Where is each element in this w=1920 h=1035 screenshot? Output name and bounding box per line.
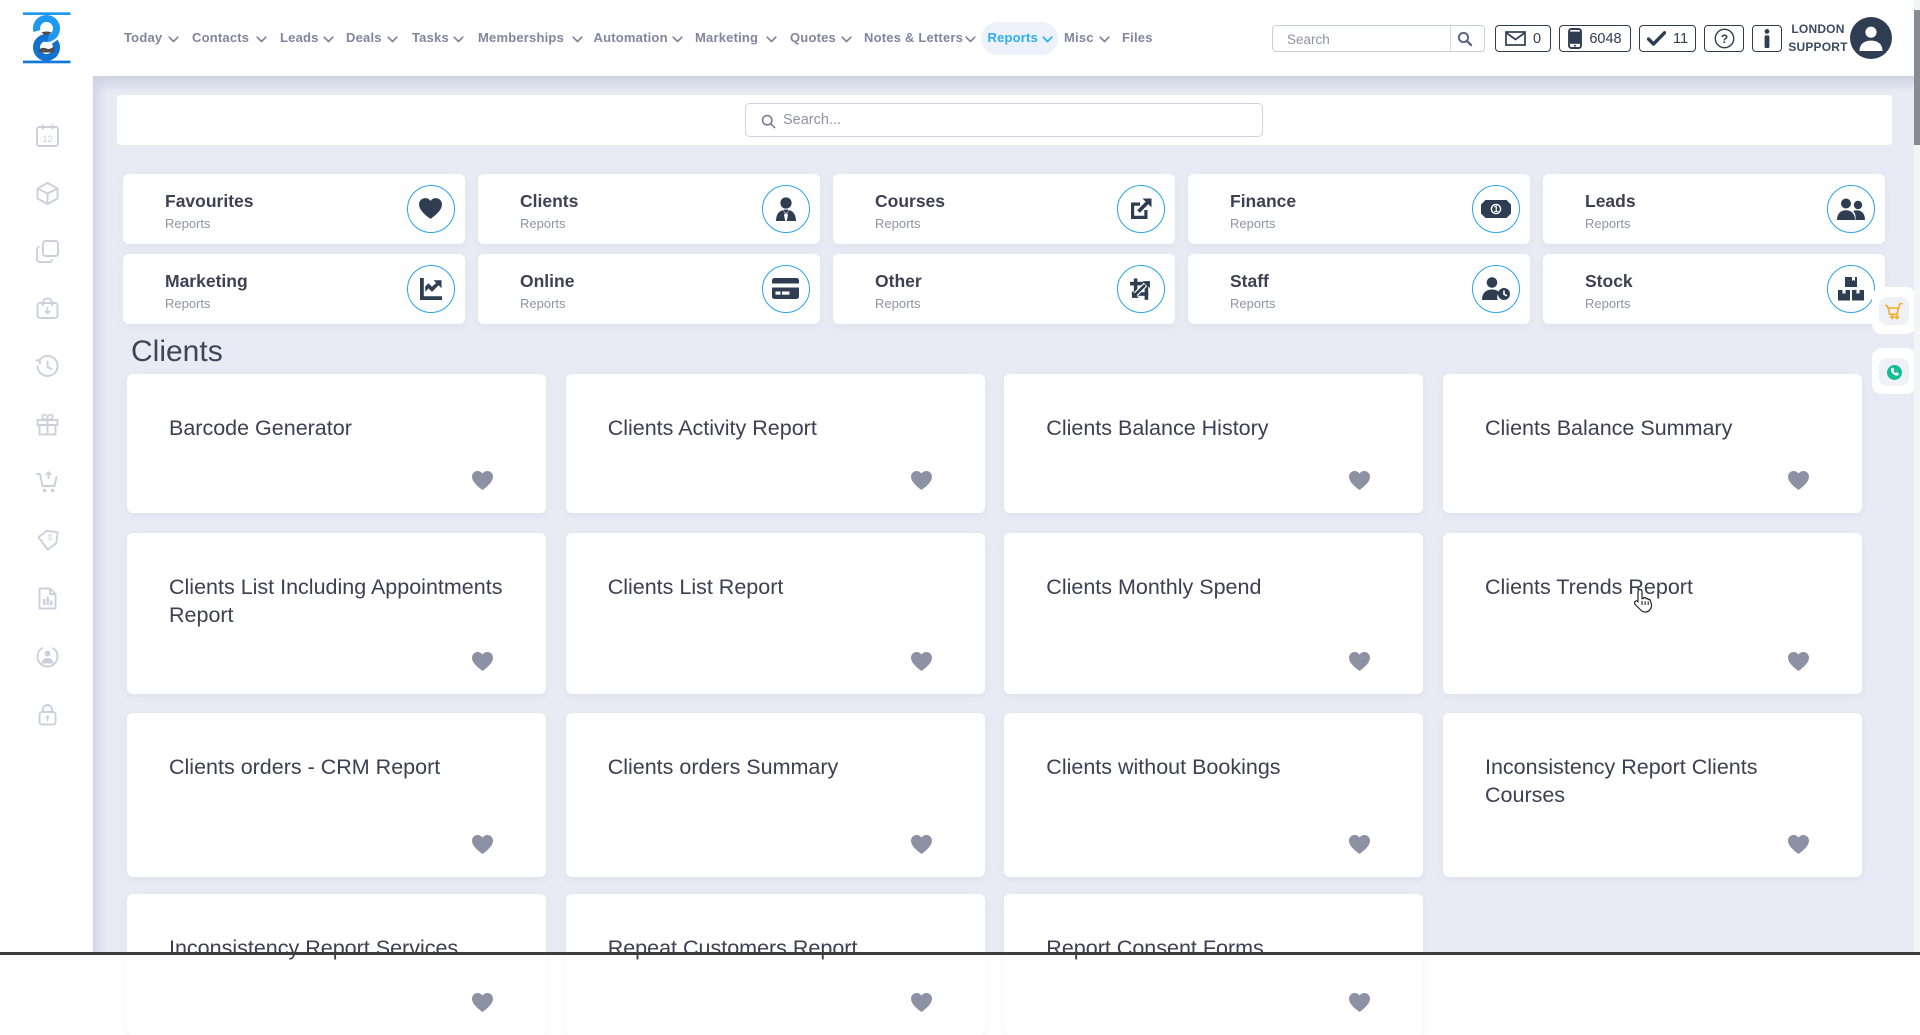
svg-text:12: 12: [42, 134, 52, 144]
svg-text:$: $: [47, 532, 53, 543]
svg-text:1: 1: [1493, 204, 1498, 214]
svg-text:?: ?: [1720, 32, 1727, 46]
